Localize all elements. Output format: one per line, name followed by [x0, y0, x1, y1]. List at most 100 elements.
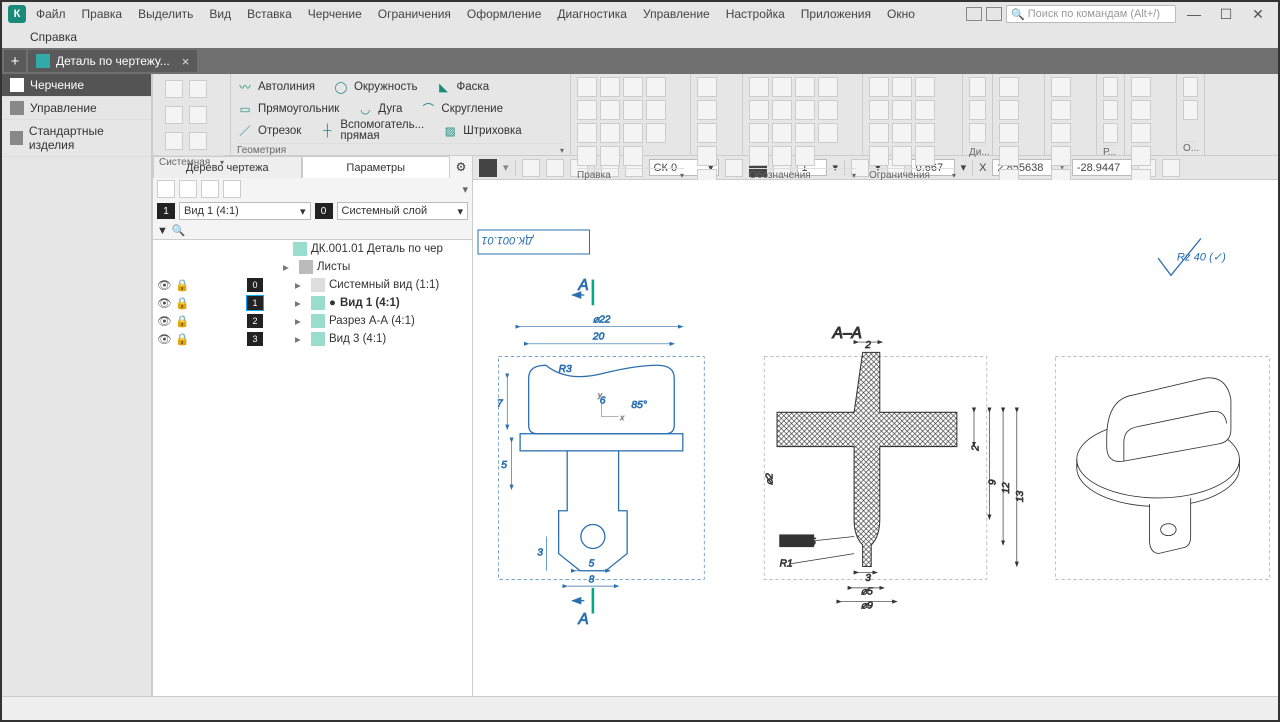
menu-apps[interactable]: Приложения — [795, 4, 877, 24]
system-group-dropdown[interactable] — [222, 157, 224, 168]
lock-icon[interactable]: 🔒 — [175, 296, 189, 310]
layout-toggle-2-icon[interactable] — [986, 7, 1002, 21]
edit-tool-2[interactable] — [600, 77, 620, 97]
dim-tool-2[interactable] — [697, 100, 717, 120]
panel-icon-2[interactable] — [179, 180, 197, 198]
menu-constraints[interactable]: Ограничения — [372, 4, 457, 24]
edit-tool-3[interactable] — [623, 77, 643, 97]
r-tool-2[interactable] — [1103, 100, 1118, 120]
anno-tool-11[interactable] — [795, 123, 815, 143]
edit-tool-5[interactable] — [577, 100, 597, 120]
edit-tool-10[interactable] — [600, 123, 620, 143]
menu-window[interactable]: Окно — [881, 4, 921, 24]
visibility-icon[interactable]: 👁 — [157, 278, 171, 292]
lock-icon[interactable]: 🔒 — [175, 332, 189, 346]
mode-manage[interactable]: Управление — [2, 97, 151, 120]
lock-icon[interactable]: 🔒 — [175, 278, 189, 292]
anno-tool-6[interactable] — [772, 100, 792, 120]
view-tool-1[interactable] — [999, 77, 1019, 97]
save-button[interactable] — [189, 106, 207, 124]
vt-pick-button[interactable] — [479, 159, 497, 177]
con-tool-11[interactable] — [892, 146, 912, 166]
tree-sheets[interactable]: ▸Листы — [153, 258, 472, 276]
tree-root[interactable]: ДК.001.01 Деталь по чер — [153, 240, 472, 258]
anno-tool-14[interactable] — [772, 146, 792, 166]
con-tool-4[interactable] — [869, 100, 889, 120]
tls-tool-3[interactable] — [1131, 123, 1151, 143]
tree-section-aa[interactable]: 👁🔒 2 ▸Разрез А-А (4:1) — [153, 312, 472, 330]
con-tool-6[interactable] — [915, 100, 935, 120]
tool-rectangle[interactable]: ▭Прямоугольник — [237, 99, 339, 119]
edit-tool-11[interactable] — [623, 123, 643, 143]
edit-tool-8[interactable] — [646, 100, 666, 120]
tool-chamfer[interactable]: ◣Фаска — [436, 77, 490, 97]
anno-tool-4[interactable] — [818, 77, 838, 97]
ins-tool-2[interactable] — [1051, 100, 1071, 120]
edit-tool-7[interactable] — [623, 100, 643, 120]
current-view-dropdown[interactable]: Вид 1 (4:1)▾ — [179, 202, 311, 220]
menu-settings[interactable]: Настройка — [720, 4, 791, 24]
open-doc-button[interactable] — [189, 80, 207, 98]
tool-hatch[interactable]: ▨Штриховка — [442, 121, 521, 141]
vt-tool-2[interactable] — [546, 159, 564, 177]
current-layer-dropdown[interactable]: Системный слой▾ — [337, 202, 469, 220]
diag-tool-1[interactable] — [969, 77, 986, 97]
con-tool-7[interactable] — [869, 123, 889, 143]
anno-tool-3[interactable] — [795, 77, 815, 97]
con-tool-10[interactable] — [869, 146, 889, 166]
tls-tool-2[interactable] — [1131, 100, 1151, 120]
edit-tool-1[interactable] — [577, 77, 597, 97]
edit-tool-12[interactable] — [646, 123, 666, 143]
menu-edit[interactable]: Правка — [76, 4, 129, 24]
anno-tool-9[interactable] — [749, 123, 769, 143]
anno-tool-15[interactable] — [795, 146, 815, 166]
edit-tool-9[interactable] — [577, 123, 597, 143]
con-tool-9[interactable] — [915, 123, 935, 143]
panel-dropdown-icon[interactable]: ▾ — [462, 183, 468, 196]
tree-view3[interactable]: 👁🔒 3 ▸Вид 3 (4:1) — [153, 330, 472, 348]
anno-tool-7[interactable] — [795, 100, 815, 120]
command-search-input[interactable]: 🔍 Поиск по командам (Alt+/) — [1006, 5, 1176, 23]
o-tool-2[interactable] — [1183, 100, 1198, 120]
dim-tool-1[interactable] — [697, 77, 717, 97]
view-tool-4[interactable] — [999, 146, 1019, 166]
new-doc-button[interactable] — [165, 80, 183, 98]
vt-tool-1[interactable] — [522, 159, 540, 177]
panel-tab-params[interactable]: Параметры — [302, 156, 451, 178]
tool-auxline[interactable]: ┼Вспомогатель... прямая — [319, 121, 424, 141]
ins-tool-1[interactable] — [1051, 77, 1071, 97]
tool-autoline[interactable]: 〰Автолиния — [237, 77, 315, 97]
redo-button[interactable] — [189, 132, 207, 150]
tls-tool-1[interactable] — [1131, 77, 1151, 97]
anno-tool-12[interactable] — [818, 123, 838, 143]
panel-icon-1[interactable] — [157, 180, 175, 198]
filter-search-icon[interactable]: 🔍 — [172, 224, 186, 237]
window-minimize-button[interactable]: — — [1180, 4, 1208, 24]
con-tool-3[interactable] — [915, 77, 935, 97]
menu-insert[interactable]: Вставка — [241, 4, 298, 24]
window-close-button[interactable]: ✕ — [1244, 4, 1272, 24]
con-tool-8[interactable] — [892, 123, 912, 143]
tool-circle[interactable]: ◯Окружность — [333, 77, 418, 97]
dim-tool-3[interactable] — [697, 123, 717, 143]
tool-arc[interactable]: ◡Дуга — [357, 99, 402, 119]
con-tool-1[interactable] — [869, 77, 889, 97]
tool-fillet[interactable]: ⌒Скругление — [420, 99, 503, 119]
edit-tool-15[interactable] — [623, 146, 643, 166]
visibility-icon[interactable]: 👁 — [157, 332, 171, 346]
r-tool-3[interactable] — [1103, 123, 1118, 143]
visibility-icon[interactable]: 👁 — [157, 296, 171, 310]
anno-tool-10[interactable] — [772, 123, 792, 143]
diag-tool-2[interactable] — [969, 100, 986, 120]
window-maximize-button[interactable]: ☐ — [1212, 4, 1240, 24]
tls-tool-4[interactable] — [1131, 146, 1151, 166]
lock-icon[interactable]: 🔒 — [175, 314, 189, 328]
layout-toggle-1-icon[interactable] — [966, 7, 982, 21]
close-tab-button[interactable]: × — [182, 54, 190, 69]
anno-tool-1[interactable] — [749, 77, 769, 97]
anno-tool-2[interactable] — [772, 77, 792, 97]
new-tab-button[interactable]: + — [4, 50, 26, 72]
expand-icon[interactable]: ▸ — [283, 260, 295, 274]
edit-tool-4[interactable] — [646, 77, 666, 97]
mode-standard-parts[interactable]: Стандартные изделия — [2, 120, 151, 157]
